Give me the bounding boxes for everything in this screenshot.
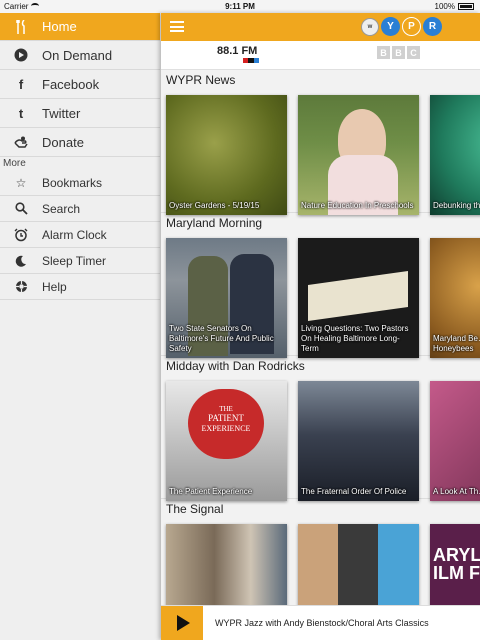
sidebar-item-label: Bookmarks: [42, 175, 103, 190]
story-caption: Debunking th… “Cell from H…: [433, 201, 480, 210]
art-text: ARYLA: [433, 545, 480, 565]
app-header: w W Y P R: [161, 13, 480, 41]
more-section-label: More: [3, 158, 26, 169]
station-88-1-fm[interactable]: 88.1 FM: [217, 45, 259, 63]
help-icon: [13, 279, 29, 295]
story-caption: A Look At Th…: [433, 487, 480, 496]
logo-letter: Y: [381, 17, 400, 36]
sidebar-item-label: Twitter: [42, 105, 81, 121]
story-caption: The Patient Experience: [169, 487, 253, 496]
search-icon: [13, 201, 29, 217]
art-text: THE: [219, 405, 233, 413]
menu-icon[interactable]: [170, 21, 184, 32]
story-caption: Oyster Gardens - 5/19/15: [169, 201, 260, 210]
section-title-the-signal[interactable]: The Signal: [161, 499, 480, 519]
clock: 9:11 PM: [225, 2, 255, 11]
logo-letter: P: [402, 17, 421, 36]
content-row: THE PATIENT EXPERIENCE The Patient Exper…: [161, 376, 480, 501]
bbc-letter: C: [407, 46, 420, 59]
story-caption: The Fraternal Order Of Police: [301, 487, 407, 496]
home-icon: [13, 19, 29, 35]
content-row: Two State Senators On Baltimore's Future…: [161, 233, 480, 358]
moon-icon: [13, 253, 29, 269]
now-playing-bar: WYPR Jazz with Andy Bienstock/Choral Art…: [161, 605, 480, 640]
sidebar-item-label: Search: [42, 201, 81, 216]
art-text: PATIENT: [208, 413, 244, 423]
npr-logo: [243, 58, 259, 63]
main-panel: w W Y P R 88.1 FM B B C WYPR News Oyster…: [161, 13, 480, 640]
sidebar-item-on-demand[interactable]: On Demand: [0, 41, 160, 70]
sidebar-item-label: On Demand: [42, 47, 113, 63]
story-card[interactable]: Nature Education In Preschools: [298, 95, 419, 215]
story-caption: Two State Senators On Baltimore's Future…: [169, 324, 274, 353]
sidebar-item-label: Alarm Clock: [42, 227, 107, 242]
sidebar-item-bookmarks[interactable]: ☆ Bookmarks: [0, 170, 160, 196]
sidebar-item-search[interactable]: Search: [0, 196, 160, 222]
story-card[interactable]: THE PATIENT EXPERIENCE The Patient Exper…: [166, 381, 287, 501]
story-card[interactable]: The Fraternal Order Of Police: [298, 381, 419, 501]
story-caption: Nature Education In Preschools: [301, 201, 414, 210]
bbc-station[interactable]: B B C: [377, 46, 420, 59]
twitter-icon: t: [18, 105, 24, 121]
section-title-midday[interactable]: Midday with Dan Rodricks: [161, 356, 480, 376]
station-bar: 88.1 FM B B C: [161, 41, 480, 70]
story-card[interactable]: Two State Senators On Baltimore's Future…: [166, 238, 287, 358]
now-playing-title: WYPR Jazz with Andy Bienstock/Choral Art…: [215, 618, 429, 628]
sidebar-item-help[interactable]: Help: [0, 274, 160, 300]
battery-indicator: 100%: [435, 0, 474, 13]
art-text: ILM FE: [433, 563, 480, 583]
bbc-letter: B: [377, 46, 390, 59]
patient-heart-art: THE PATIENT EXPERIENCE: [188, 389, 264, 459]
bbc-letter: B: [392, 46, 405, 59]
play-button[interactable]: [161, 605, 203, 640]
sidebar-item-twitter[interactable]: t Twitter: [0, 99, 160, 128]
status-bar: Carrier 9:11 PM 100%: [0, 0, 480, 13]
sidebar-item-label: Donate: [42, 134, 84, 150]
sidebar-item-sleep-timer[interactable]: Sleep Timer: [0, 248, 160, 274]
facebook-icon: f: [18, 76, 24, 92]
logo-mark: w: [361, 17, 379, 36]
story-caption: Maryland Be… 60% Decline… Honeybees: [433, 334, 480, 353]
sidebar-item-facebook[interactable]: f Facebook: [0, 70, 160, 99]
sidebar-item-label: Home: [42, 19, 77, 34]
art-text: EXPERIENCE: [201, 424, 251, 433]
sidebar-item-alarm-clock[interactable]: Alarm Clock: [0, 222, 160, 248]
story-card[interactable]: Maryland Be… 60% Decline… Honeybees: [430, 238, 480, 358]
sidebar-item-label: Facebook: [42, 76, 100, 92]
story-card[interactable]: Oyster Gardens - 5/19/15: [166, 95, 287, 215]
sidebar: Home On Demand f Facebook t Twitter Dona…: [0, 13, 160, 640]
content-row: Oyster Gardens - 5/19/15 Nature Educatio…: [161, 90, 480, 215]
station-frequency: 88.1 FM: [217, 45, 258, 57]
alarm-clock-icon: [13, 227, 29, 243]
section-title-maryland-morning[interactable]: Maryland Morning: [161, 213, 480, 233]
sidebar-item-home[interactable]: Home: [0, 13, 160, 41]
story-caption: Living Questions: Two Pastors On Healing…: [301, 324, 409, 353]
play-circle-icon: [13, 47, 29, 63]
sidebar-item-donate[interactable]: Donate: [0, 128, 160, 157]
logo-letter: R: [423, 17, 442, 36]
star-icon: ☆: [15, 175, 27, 190]
sidebar-item-label: Help: [42, 279, 67, 294]
story-card[interactable]: A Look At Th…: [430, 381, 480, 501]
sidebar-item-label: Sleep Timer: [42, 253, 107, 268]
battery-icon: [458, 3, 474, 10]
donate-icon: [13, 134, 29, 150]
section-title-wypr-news[interactable]: WYPR News: [161, 70, 480, 90]
story-card[interactable]: Debunking th… “Cell from H…: [430, 95, 480, 215]
wypr-logo: w W Y P R: [361, 17, 442, 36]
story-card[interactable]: Living Questions: Two Pastors On Healing…: [298, 238, 419, 358]
